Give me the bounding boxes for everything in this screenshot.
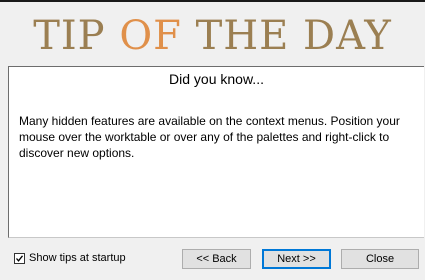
tip-text: Many hidden features are available on th… — [19, 114, 400, 160]
banner: TIP OF THE DAY — [0, 2, 425, 66]
banner-title-part1: TIP — [33, 13, 120, 59]
tip-heading: Did you know... — [169, 71, 264, 87]
checkmark-icon — [16, 254, 24, 262]
banner-title-part2: OF — [119, 13, 182, 59]
banner-title-part3: THE DAY — [181, 13, 392, 59]
footer: Show tips at startup << Back Next >> Clo… — [0, 244, 425, 280]
banner-title: TIP OF THE DAY — [33, 16, 392, 56]
show-tips-checkbox[interactable] — [14, 252, 25, 264]
back-button[interactable]: << Back — [182, 249, 251, 269]
tip-of-the-day-window: TIP OF THE DAY Did you know... Many hidd… — [0, 0, 425, 280]
show-tips-label: Show tips at startup — [29, 252, 126, 264]
close-button[interactable]: Close — [341, 249, 419, 269]
show-tips-checkbox-row[interactable]: Show tips at startup — [14, 252, 126, 264]
tip-panel: Did you know... Many hidden features are… — [8, 66, 424, 238]
next-button[interactable]: Next >> — [262, 249, 331, 269]
